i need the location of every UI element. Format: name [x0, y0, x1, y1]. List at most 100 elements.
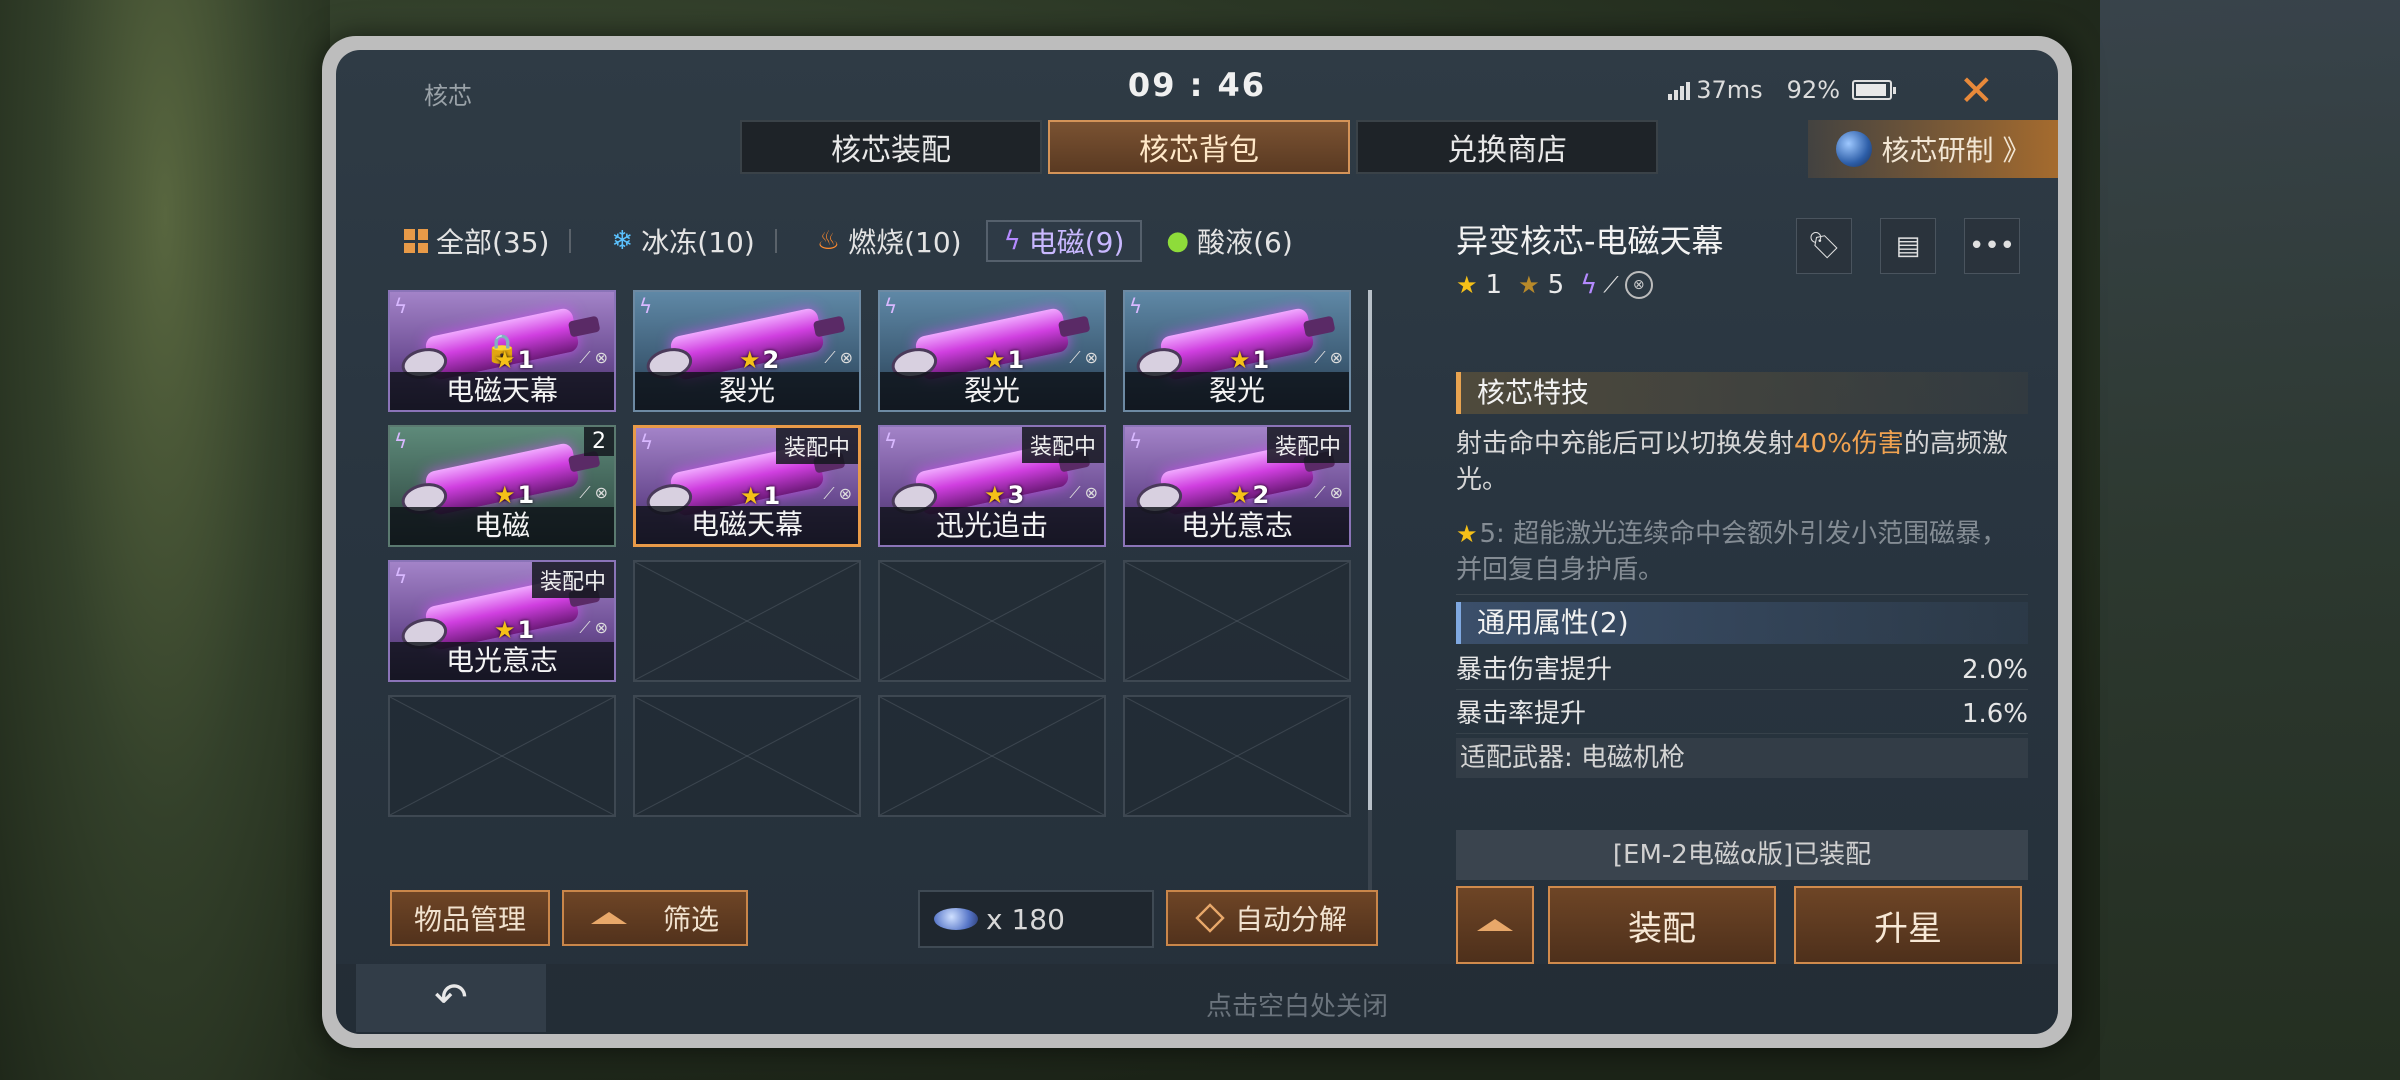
slot-badge-icon: ⊗: [838, 484, 852, 503]
equipped-tag: 装配中: [1266, 427, 1349, 463]
attribute-value: 2.0%: [1961, 655, 2028, 685]
filter-all[interactable]: 全部(35): [388, 220, 587, 262]
star-max-icon: ★: [1518, 271, 1540, 299]
close-hint: 点击空白处关闭: [1205, 992, 1388, 1022]
item-name: 裂光: [1125, 372, 1349, 410]
tab-bar: 核芯装配 核芯背包 兑换商店: [740, 120, 1658, 174]
star-icon: ★: [494, 346, 516, 374]
star-icon: ★: [494, 481, 516, 509]
item-stars: ★ 2: [1229, 481, 1269, 509]
filter-bar: 全部(35) ❄ 冰冻(10) ♨ 燃烧(10) ϟ 电磁(9) ● 酸液(6): [388, 220, 1309, 262]
core-item-slot[interactable]: ϟ ★ 1 ⟋ ⊗ 裂光: [1123, 290, 1351, 412]
more-icon[interactable]: •••: [1964, 218, 2020, 274]
lightning-icon: ϟ: [1003, 226, 1021, 256]
tab-core-backpack[interactable]: 核芯背包: [1048, 120, 1350, 174]
bottom-controls: 物品管理 筛选 x 180 自动分解: [378, 890, 1378, 950]
empty-slot: [633, 695, 861, 817]
scrollbar[interactable]: [1368, 290, 1372, 920]
slot-badge-icon: ⊗: [839, 348, 853, 367]
chevron-up-icon: [590, 912, 627, 924]
acid-drop-icon: ●: [1166, 226, 1190, 256]
divider: [774, 229, 777, 253]
star-max: 5: [1547, 270, 1565, 300]
tab-exchange-shop[interactable]: 兑换商店: [1356, 120, 1658, 174]
core-item-slot[interactable]: ϟ ★ 1 ⟋ ⊗ 装配中 电光意志: [388, 560, 616, 682]
lightning-icon: ϟ: [394, 429, 408, 453]
core-research-button[interactable]: 核芯研制 》: [1808, 120, 2058, 178]
weapon-type-icon: ⟋: [579, 348, 591, 367]
slot-badge-icon: ⊗: [1624, 271, 1653, 299]
core-item-slot[interactable]: ϟ 🔒 ★ 1 ⟋ ⊗ 电磁天幕: [388, 290, 616, 412]
skill-desc-highlight: 40%伤害: [1794, 429, 1904, 459]
collapse-button[interactable]: [1456, 886, 1534, 964]
filter-button[interactable]: 筛选: [562, 890, 748, 946]
item-count: 2: [584, 427, 614, 456]
item-badges: ⟋ ⊗: [823, 484, 852, 504]
filter-label: 燃烧(10): [848, 226, 962, 259]
item-management-button[interactable]: 物品管理: [390, 890, 550, 946]
core-item-slot[interactable]: ϟ ★ 1 ⟋ ⊗ 裂光: [878, 290, 1106, 412]
slot-badge-icon: ⊗: [1084, 483, 1098, 502]
equipped-tag: 装配中: [775, 428, 858, 464]
core-item-slot[interactable]: ϟ ★ 2 ⟋ ⊗ 装配中 电光意志: [1123, 425, 1351, 547]
core-item-slot[interactable]: ϟ ★ 1 ⟋ ⊗ 2 电磁: [388, 425, 616, 547]
item-grid: ϟ 🔒 ★ 1 ⟋ ⊗ 电磁天幕 ϟ ★ 2 ⟋ ⊗ 裂光 ϟ ★ 1 ⟋ ⊗ 裂光 ϟ ★ 1 ⟋ ⊗ 裂光 ϟ ★ 1 ⟋ ⊗ 2 电磁 ϟ…: [388, 290, 1351, 817]
core-item-slot[interactable]: ϟ ★ 2 ⟋ ⊗ 裂光: [633, 290, 861, 412]
item-badges: ⟋ ⊗: [579, 483, 608, 503]
item-name: 电磁天幕: [636, 506, 858, 544]
item-badges: ⟋ ⊗: [1069, 483, 1098, 503]
weapon-type-icon: ⟋: [1603, 272, 1619, 298]
footer-bar[interactable]: ↶ 点击空白处关闭: [336, 964, 2058, 1034]
ping-value: 37ms: [1696, 76, 1763, 104]
star-count: 2: [1252, 481, 1270, 509]
slot-badge-icon: ⊗: [594, 618, 608, 637]
tag-icon[interactable]: 🏷: [1796, 218, 1852, 274]
filter-electromagnetic[interactable]: ϟ 电磁(9): [985, 220, 1143, 262]
star-icon: ★: [984, 481, 1006, 509]
filter-acid[interactable]: ● 酸液(6): [1150, 220, 1308, 262]
core-item-slot[interactable]: ϟ ★ 1 ⟋ ⊗ 装配中 电磁天幕: [633, 425, 861, 547]
empty-slot: [1123, 695, 1351, 817]
item-badges: ⟋ ⊗: [824, 348, 853, 368]
upgrade-star-button[interactable]: 升星: [1794, 886, 2022, 964]
grid-icon: [404, 229, 428, 253]
core-inventory-screen: 核芯 09 : 46 37ms 92% ✕ 核芯装配 核芯背包 兑换商店 核芯研…: [336, 50, 2058, 1034]
auto-decompose-label: 自动分解: [1234, 903, 1347, 936]
item-stars: ★ 1: [494, 346, 534, 374]
star-icon: ★: [1456, 520, 1478, 548]
attributes-header: 通用属性(2): [1456, 602, 2028, 644]
detail-panel: 异变核芯-电磁天幕 🏷 ▤ ••• ★ 1 ★ 5 ϟ ⟋ ⊗ 核芯特技 射击命…: [1428, 190, 2028, 964]
flame-icon: ♨: [816, 226, 841, 256]
background-left: [0, 0, 330, 1080]
lightning-icon: ϟ: [1129, 429, 1143, 453]
skill-description: 射击命中充能后可以切换发射40%伤害的高频激光。: [1456, 426, 2028, 498]
attribute-value: 1.6%: [1961, 699, 2028, 729]
star-icon: ★: [494, 616, 516, 644]
star-icon: ★: [739, 346, 761, 374]
document-search-icon[interactable]: ▤: [1880, 218, 1936, 274]
device-frame: 核芯 09 : 46 37ms 92% ✕ 核芯装配 核芯背包 兑换商店 核芯研…: [322, 36, 2072, 1048]
filter-label: 全部(35): [436, 226, 550, 259]
core-item-slot[interactable]: ϟ ★ 3 ⟋ ⊗ 装配中 迅光追击: [878, 425, 1106, 547]
star-count: 1: [517, 481, 535, 509]
status-bar: 37ms 92%: [1668, 76, 1896, 104]
divider: [569, 229, 572, 253]
star-icon: ★: [1229, 346, 1251, 374]
filter-freeze[interactable]: ❄ 冰冻(10): [595, 220, 792, 262]
close-icon[interactable]: ✕: [1959, 70, 1994, 112]
auto-decompose-button[interactable]: 自动分解: [1166, 890, 1378, 946]
compatible-weapon: 适配武器: 电磁机枪: [1456, 738, 2028, 778]
equipped-tag: 装配中: [1021, 427, 1104, 463]
core-orb-icon: [1835, 131, 1872, 167]
equipped-status: [EM-2电磁α版]已装配: [1456, 830, 2028, 880]
item-name: 电光意志: [390, 642, 614, 680]
equip-button[interactable]: 装配: [1548, 886, 1776, 964]
weapon-type-icon: ⟋: [1314, 348, 1326, 367]
tab-core-assembly[interactable]: 核芯装配: [740, 120, 1042, 174]
attribute-label: 暴击伤害提升: [1456, 655, 1613, 685]
chevron-up-icon: [1477, 919, 1513, 931]
item-name: 迅光追击: [880, 507, 1104, 545]
filter-burn[interactable]: ♨ 燃烧(10): [801, 220, 978, 262]
snowflake-icon: ❄: [611, 226, 634, 256]
slot-badge-icon: ⊗: [594, 483, 608, 502]
